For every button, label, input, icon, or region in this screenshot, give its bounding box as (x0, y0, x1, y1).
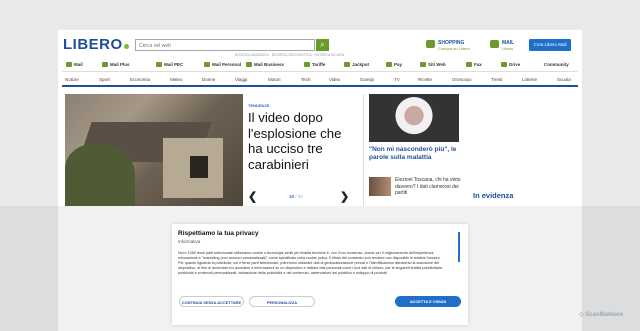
section-sport[interactable]: Sport (99, 77, 110, 82)
section-underline (62, 85, 578, 87)
mail-icon (66, 62, 72, 68)
section-motori[interactable]: Motori (268, 77, 281, 82)
search-input[interactable]: Cerca nel web (135, 39, 315, 51)
hero-image[interactable] (65, 94, 243, 206)
service-mail-plus[interactable]: Mail Plus (102, 62, 130, 68)
service-tariffe[interactable]: Tariffe (304, 62, 325, 68)
section-ricette[interactable]: Ricette (418, 77, 432, 82)
pec-icon (156, 62, 162, 68)
service-pay[interactable]: Pay (386, 62, 402, 68)
tariffe-icon (304, 62, 310, 68)
cookie-dialog-body: Noi e 1060 terze parti selezionate utili… (178, 251, 444, 275)
nav-divider (62, 71, 578, 72)
search-button[interactable]: ⌕ (316, 39, 329, 51)
mail-icon (490, 40, 499, 48)
next-arrow-icon[interactable]: ❯ (340, 190, 349, 203)
section-notizie[interactable]: Notizie (65, 77, 79, 82)
service-drive[interactable]: Drive (501, 62, 520, 68)
section-gossip[interactable]: Gossip (360, 77, 374, 82)
service-mail[interactable]: Mail (66, 62, 83, 68)
service-jackpot[interactable]: Jackpot (344, 62, 369, 68)
service-siti-web[interactable]: Siti Web (420, 62, 446, 68)
section-tv[interactable]: TV (394, 77, 400, 82)
small-article-title[interactable]: Elezioni Toscana, chi ha vinto davvero? … (395, 177, 461, 197)
section-economia[interactable]: Economia (130, 77, 150, 82)
prev-arrow-icon[interactable]: ❮ (248, 190, 257, 203)
pay-icon (386, 62, 392, 68)
small-article-thumbnail[interactable] (369, 177, 391, 196)
web-icon (420, 62, 426, 68)
section-viaggi[interactable]: Viaggi (235, 77, 247, 82)
service-mail-personal[interactable]: Mail Personal (204, 62, 241, 68)
section-trenti[interactable]: Trenti (491, 77, 502, 82)
hero-title[interactable]: Il video dopo l'esplosione che ha ucciso… (248, 110, 354, 172)
shopping-icon (426, 40, 435, 48)
section-video[interactable]: Video (329, 77, 340, 82)
section-scuola[interactable]: Scuola (557, 77, 571, 82)
service-community[interactable]: Community (544, 62, 569, 67)
accept-and-close-button[interactable]: ACCETTA E CHIUDI (395, 296, 461, 307)
continue-without-accepting-button[interactable]: CONTINUA SENZA ACCETTARE (179, 296, 244, 307)
fax-icon (466, 62, 472, 68)
search-icon: ⌕ (320, 40, 325, 49)
search-options[interactable]: RICERCA AVANZATA · RICERCA GEOGRAFICA · … (235, 53, 344, 57)
column-divider (363, 94, 364, 206)
hero-tag[interactable]: TENDENZE (248, 103, 270, 108)
section-oroscopo[interactable]: Oroscopo (452, 77, 472, 82)
personal-icon (204, 62, 210, 68)
service-mail-business[interactable]: Mail Business (246, 62, 284, 68)
mail-plus-icon (102, 62, 108, 68)
in-evidenza-heading: In evidenza (473, 191, 514, 200)
cookie-dialog-title: Rispettiamo la tua privacy (178, 230, 259, 237)
scanmalware-watermark: ◇ ScanMalware (579, 312, 624, 318)
section-donne[interactable]: Donne (202, 77, 215, 82)
cookie-dialog-scrollbar[interactable] (458, 232, 460, 262)
mail-link[interactable]: MAIL Libero (502, 40, 514, 51)
libero-mail-button[interactable]: Crea Libero Mail (529, 39, 571, 51)
section-meteo[interactable]: Meteo (170, 77, 183, 82)
side-article-title[interactable]: "Non mi nasconderò più", le parole sulla… (369, 146, 464, 162)
section-tech[interactable]: Tech (301, 77, 311, 82)
customize-button[interactable]: PERSONALIZZA (249, 296, 315, 307)
drive-icon (501, 62, 507, 68)
section-lotterie[interactable]: Lotterie (522, 77, 537, 82)
service-mail-pec[interactable]: Mail PEC (156, 62, 183, 68)
business-icon (246, 62, 252, 68)
article-portrait-image[interactable] (369, 94, 459, 142)
service-fax[interactable]: Fax (466, 62, 482, 68)
cookie-dialog-subtitle: Informativa (178, 239, 201, 244)
shopping-link[interactable]: SHOPPING Compra su Libero (438, 40, 470, 51)
slide-pager: 10 / 30 (289, 194, 303, 199)
jackpot-icon (344, 62, 350, 68)
libero-logo[interactable]: LIBERO (63, 36, 129, 53)
